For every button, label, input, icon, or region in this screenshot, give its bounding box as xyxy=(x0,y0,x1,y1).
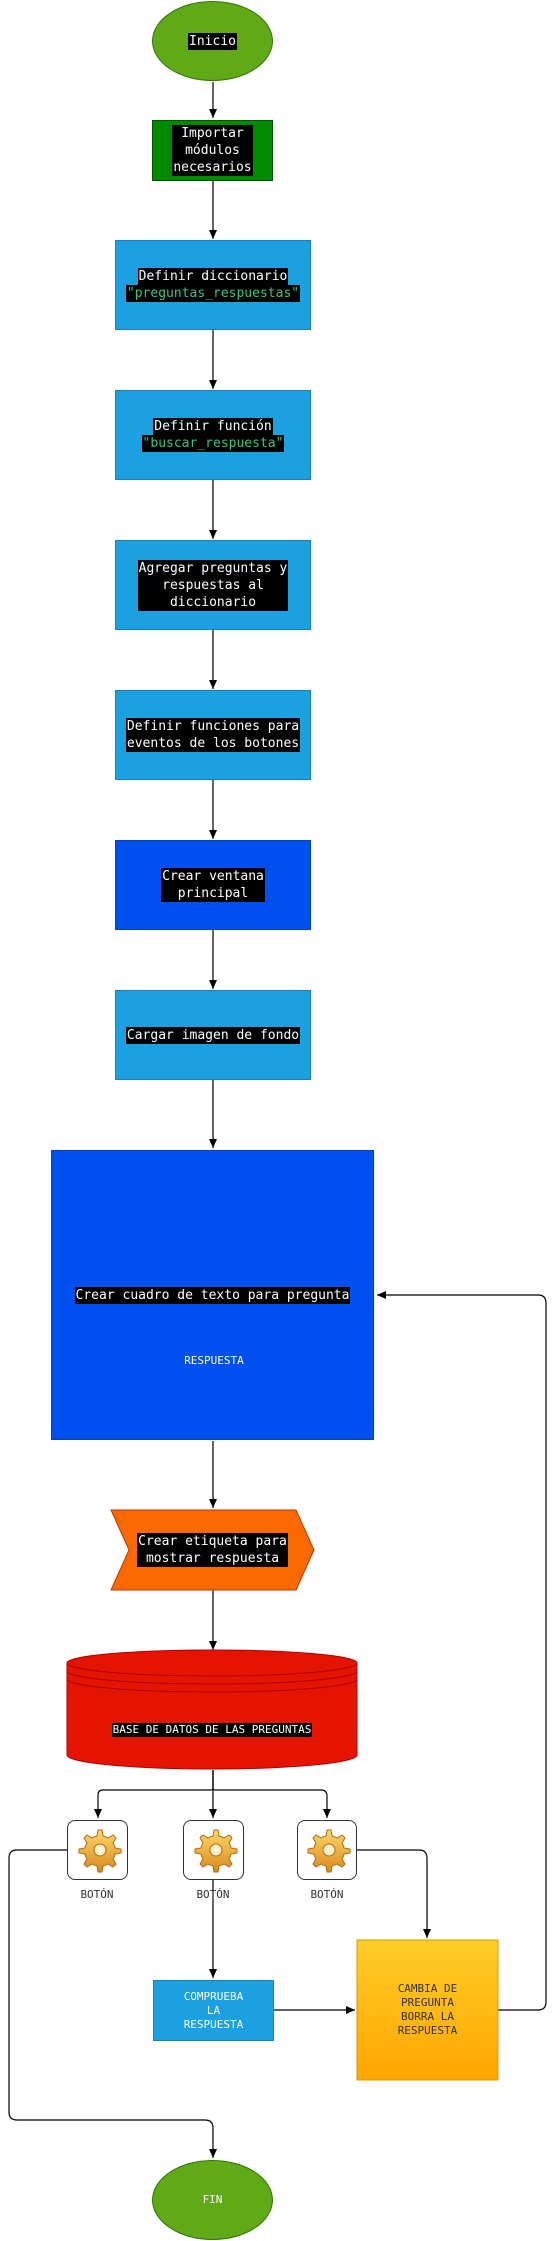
edge-basedatos-boton1 xyxy=(94,1770,214,1818)
button-2[interactable] xyxy=(183,1820,244,1880)
gear-icon xyxy=(78,1829,121,1873)
add-questions-label: Agregar preguntas y respuestas al diccio… xyxy=(137,559,289,611)
start-node: Inicio xyxy=(152,1,273,81)
dictionary-name: "preguntas_respuestas" xyxy=(126,286,300,301)
define-function-node: Definir función "buscar_respuesta" xyxy=(115,390,311,480)
respuesta-label: RESPUESTA xyxy=(184,1353,244,1367)
background-image-label: Cargar imagen de fondo xyxy=(125,1026,301,1044)
button-3-caption: BOTÓN xyxy=(310,1888,344,1901)
gear-icon xyxy=(194,1829,237,1873)
check-answer-node: COMPRUEBA LA RESPUESTA xyxy=(153,1980,274,2041)
flowchart-canvas xyxy=(8,82,547,2158)
main-window-node: Crear ventana principal xyxy=(115,840,311,930)
button-events-node: Definir funciones para eventos de los bo… xyxy=(115,690,311,780)
database-node: BASE DE DATOS DE LAS PREGUNTAS xyxy=(67,1690,357,1770)
button-2-caption: BOTÓN xyxy=(196,1888,230,1901)
check-answer-label: COMPRUEBA LA RESPUESTA xyxy=(183,1989,244,2031)
background-image-node: Cargar imagen de fondo xyxy=(115,990,311,1080)
question-textbox-label: Crear cuadro de texto para pregunta xyxy=(74,1286,351,1304)
define-function-label: Definir función xyxy=(153,418,273,435)
button-1[interactable] xyxy=(67,1820,128,1880)
gear-icon xyxy=(307,1829,351,1873)
function-name: "buscar_respuesta" xyxy=(142,436,284,451)
add-questions-node: Agregar preguntas y respuestas al diccio… xyxy=(115,540,311,630)
end-node: FIN xyxy=(152,2160,273,2240)
answer-label-text: Crear etiqueta para mostrar respuesta xyxy=(137,1533,288,1567)
define-dictionary-label: Definir diccionario xyxy=(137,268,289,285)
main-window-label: Crear ventana principal xyxy=(161,868,265,902)
edge-boton3-cambia xyxy=(357,1849,431,1938)
edge-basedatos-boton3 xyxy=(212,1770,331,1818)
question-textbox-node: Crear cuadro de texto para pregunta xyxy=(51,1150,374,1440)
start-label: Inicio xyxy=(188,32,237,50)
button-events-label: Definir funciones para eventos de los bo… xyxy=(125,718,301,752)
import-modules-label: Importar módulos necesarios xyxy=(172,125,253,176)
change-question-label: CAMBIA DE PREGUNTA BORRA LA RESPUESTA xyxy=(397,1982,458,2037)
button-1-caption: BOTÓN xyxy=(80,1888,114,1901)
change-question-node: CAMBIA DE PREGUNTA BORRA LA RESPUESTA xyxy=(357,1940,498,2080)
database-label: BASE DE DATOS DE LAS PREGUNTAS xyxy=(111,1723,313,1737)
define-dictionary-node: Definir diccionario "preguntas_respuesta… xyxy=(115,240,311,330)
end-label: FIN xyxy=(202,2193,223,2206)
edge-cambia-cuadro xyxy=(377,1291,547,2011)
import-modules-node: Importar módulos necesarios xyxy=(152,120,273,181)
button-3[interactable] xyxy=(297,1820,357,1880)
answer-label-node: Crear etiqueta para mostrar respuesta xyxy=(111,1510,314,1590)
respuesta-node: RESPUESTA xyxy=(155,1331,273,1390)
